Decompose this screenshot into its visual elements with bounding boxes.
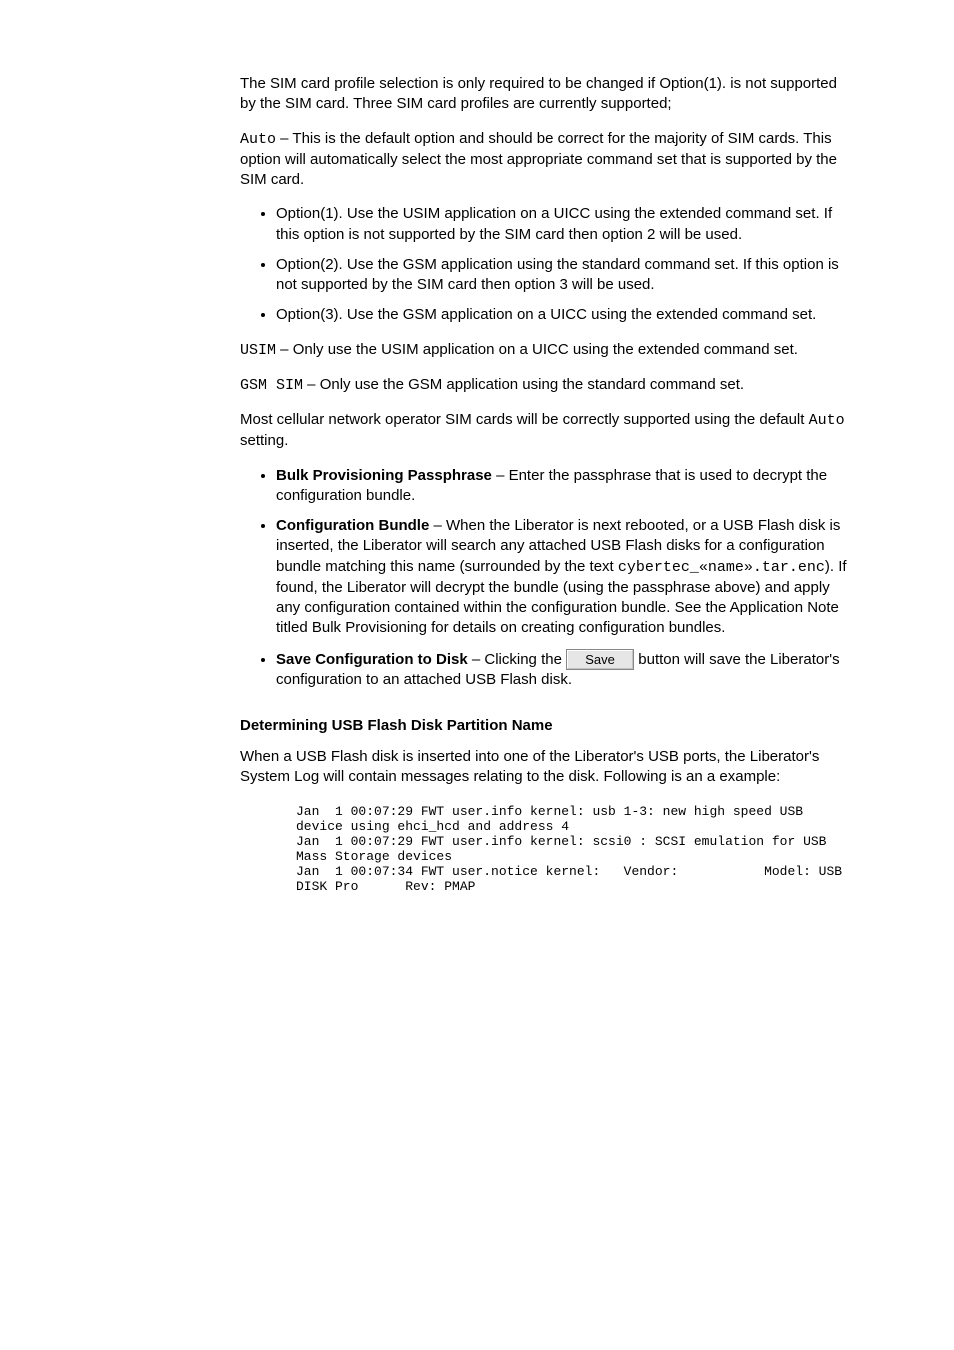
option-usim: USIM – Only use the USIM application on … — [240, 340, 854, 361]
option-gsm: GSM SIM – Only use the GSM application u… — [240, 375, 854, 396]
option-usim-desc: – Only use the USIM application on a UIC… — [276, 341, 798, 358]
auto-options-list: Option(1). Use the USIM application on a… — [240, 204, 854, 325]
list-item-text: Option(3). Use the GSM application on a … — [276, 305, 854, 325]
list-item-text: Option(1). Use the USIM application on a… — [276, 204, 854, 245]
list-item: Configuration Bundle – When the Liberato… — [276, 516, 854, 639]
flash-intro: When a USB Flash disk is inserted into o… — [240, 747, 854, 788]
sim-profile-intro: The SIM card profile selection is only r… — [240, 74, 854, 115]
auto-note-pre: Most cellular network operator SIM cards… — [240, 411, 809, 428]
list-item: Option(1). Use the USIM application on a… — [276, 204, 854, 245]
save-config-label: Save Configuration to Disk — [276, 651, 468, 668]
list-item: Option(2). Use the GSM application using… — [276, 255, 854, 296]
save-button[interactable]: Save — [566, 649, 634, 671]
auto-note-tail: setting. — [240, 432, 288, 449]
option-gsm-desc: – Only use the GSM application using the… — [303, 376, 744, 393]
option-gsm-label: GSM SIM — [240, 377, 303, 394]
syslog-output: Jan 1 00:07:29 FWT user.info kernel: usb… — [296, 805, 854, 895]
save-config-desc-pre: – Clicking the — [468, 651, 566, 668]
config-bundle-label: Configuration Bundle — [276, 517, 429, 534]
bulk-provisioning-list: Bulk Provisioning Passphrase – Enter the… — [240, 466, 854, 691]
option-auto-desc: – This is the default option and should … — [240, 130, 837, 189]
auto-note-code: Auto — [809, 412, 845, 429]
option-auto: Auto – This is the default option and sh… — [240, 129, 854, 191]
auto-note: Most cellular network operator SIM cards… — [240, 410, 854, 452]
list-item: Bulk Provisioning Passphrase – Enter the… — [276, 466, 854, 507]
config-bundle-filename: cybertec_«name».tar.enc — [618, 559, 825, 576]
bulk-passphrase-label: Bulk Provisioning Passphrase — [276, 467, 492, 484]
list-item: Save Configuration to Disk – Clicking th… — [276, 649, 854, 691]
option-usim-label: USIM — [240, 342, 276, 359]
option-auto-label: Auto — [240, 131, 276, 148]
list-item: Option(3). Use the GSM application on a … — [276, 305, 854, 325]
list-item-text: Option(2). Use the GSM application using… — [276, 255, 854, 296]
flash-heading: Determining USB Flash Disk Partition Nam… — [240, 716, 854, 736]
